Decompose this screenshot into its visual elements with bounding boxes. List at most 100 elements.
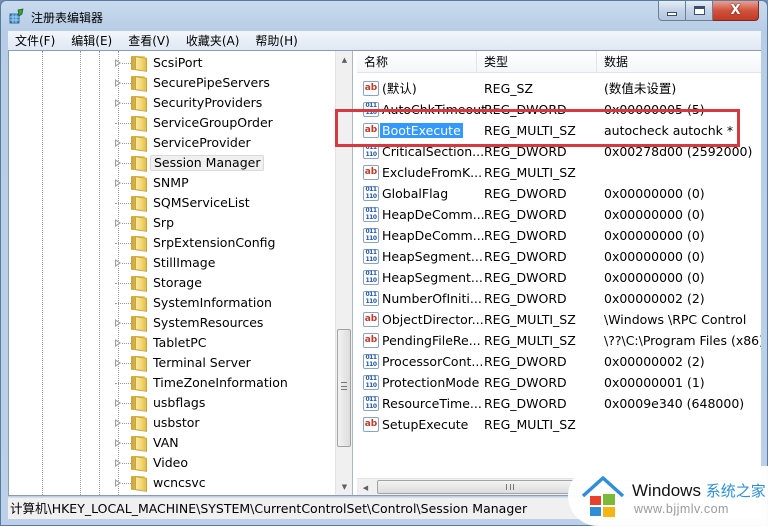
value-row[interactable]: 011 110 ProcessorCont... REG_DWORD 0x000000…: [357, 351, 761, 372]
value-row[interactable]: ab BootExecute REG_MULTI_SZ autocheck autoc…: [357, 120, 761, 141]
value-data: 0x00000000 (0): [604, 249, 705, 264]
tree-item-label: SystemInformation: [153, 295, 272, 310]
expand-arrow-icon[interactable]: [115, 399, 121, 407]
watermark-brand-en: Windows: [632, 481, 701, 500]
expand-arrow-icon[interactable]: [115, 139, 121, 147]
tree-connector-line: [122, 323, 131, 324]
watermark-brand-cn: 系统之家: [705, 483, 766, 500]
minimize-button[interactable]: [658, 1, 686, 21]
tree-item[interactable]: wcncsvc: [9, 473, 339, 493]
tree-item[interactable]: SystemResources: [9, 313, 339, 333]
value-row[interactable]: ab SetupExecute REG_MULTI_SZ: [357, 414, 761, 435]
folder-icon: [131, 395, 148, 412]
folder-icon: [131, 135, 148, 152]
expand-arrow-icon[interactable]: [115, 479, 121, 487]
column-header-name[interactable]: 名称: [357, 51, 477, 72]
value-row[interactable]: 011 110 HeapSegment... REG_DWORD 0x00000000…: [357, 267, 761, 288]
scroll-left-button[interactable]: ◀: [357, 479, 374, 495]
tree-item[interactable]: StillImage: [9, 253, 339, 273]
expand-arrow-icon[interactable]: [115, 359, 121, 367]
menu-file[interactable]: 文件(F): [8, 32, 62, 49]
string-value-icon: ab: [363, 165, 379, 180]
expand-arrow-icon[interactable]: [115, 59, 121, 67]
value-type: REG_MULTI_SZ: [484, 333, 576, 348]
value-row[interactable]: 011 110 ProtectionMode REG_DWORD 0x00000001…: [357, 372, 761, 393]
expand-arrow-icon[interactable]: [115, 179, 121, 187]
value-row[interactable]: 011 110 CriticalSection... REG_DWORD 0x0027…: [357, 141, 761, 162]
expand-arrow-icon[interactable]: [115, 439, 121, 447]
expand-arrow-icon[interactable]: [115, 339, 121, 347]
expand-arrow-icon[interactable]: [115, 79, 121, 87]
value-row[interactable]: ab ObjectDirector... REG_MULTI_SZ \Windows …: [357, 309, 761, 330]
watermark-url: www.bjjmlv.com: [634, 502, 729, 516]
value-name: PendingFileRe...: [382, 333, 481, 348]
column-header-type[interactable]: 类型: [477, 51, 597, 72]
expand-arrow-icon[interactable]: [115, 219, 121, 227]
menu-edit[interactable]: 编辑(E): [64, 32, 119, 49]
title-bar[interactable]: 注册表编辑器 X: [1, 1, 767, 31]
value-data: 0x00000001 (1): [604, 375, 705, 390]
tree-item[interactable]: Storage: [9, 273, 339, 293]
value-row[interactable]: ab ExcludeFromK... REG_MULTI_SZ: [357, 162, 761, 183]
tree-item[interactable]: TimeZoneInformation: [9, 373, 339, 393]
value-name: AutoChkTimeout: [382, 102, 486, 117]
value-row[interactable]: 011 110 HeapDeComm... REG_DWORD 0x00000000 …: [357, 204, 761, 225]
tree-item[interactable]: SecurePipeServers: [9, 73, 339, 93]
value-type: REG_DWORD: [484, 249, 567, 264]
value-row[interactable]: 011 110 HeapSegment... REG_DWORD 0x00000000…: [357, 246, 761, 267]
value-data: 0x00000002 (2): [604, 291, 705, 306]
value-data: \??\C:\Program Files (x86)\: [604, 333, 761, 348]
value-type: REG_MULTI_SZ: [484, 123, 576, 138]
expand-arrow-icon[interactable]: [115, 159, 121, 167]
tree-item[interactable]: VAN: [9, 433, 339, 453]
maximize-button[interactable]: [686, 1, 713, 21]
menu-help[interactable]: 帮助(H): [248, 32, 304, 49]
value-row[interactable]: 011 110 AutoChkTimeout REG_DWORD 0x00000005…: [357, 99, 761, 120]
tree-item[interactable]: usbflags: [9, 393, 339, 413]
menu-view[interactable]: 查看(V): [121, 32, 177, 49]
tree-item[interactable]: Session Manager: [9, 153, 339, 173]
value-name: HeapDeComm...: [382, 228, 485, 243]
tree-item[interactable]: TabletPC: [9, 333, 339, 353]
tree-item[interactable]: SecurityProviders: [9, 93, 339, 113]
tree-item[interactable]: Video: [9, 453, 339, 473]
tree-item[interactable]: ServiceGroupOrder: [9, 113, 339, 133]
string-value-icon: ab: [363, 123, 379, 138]
tree-vertical-scrollbar[interactable]: ▲ ▼: [335, 51, 352, 495]
tree-item[interactable]: SNMP: [9, 173, 339, 193]
value-row[interactable]: 011 110 GlobalFlag REG_DWORD 0x00000000 (0): [357, 183, 761, 204]
value-name: ProtectionMode: [382, 375, 480, 390]
tree-item[interactable]: SrpExtensionConfig: [9, 233, 339, 253]
value-name: ProcessorCont...: [382, 354, 484, 369]
expand-arrow-icon[interactable]: [115, 319, 121, 327]
value-row[interactable]: 011 110 NumberOfIniti... REG_DWORD 0x000000…: [357, 288, 761, 309]
value-row[interactable]: 011 110 HeapDeComm... REG_DWORD 0x00000000 …: [357, 225, 761, 246]
scroll-up-button[interactable]: ▲: [336, 51, 352, 68]
tree-item[interactable]: Srp: [9, 213, 339, 233]
value-type: REG_DWORD: [484, 228, 567, 243]
scroll-down-button[interactable]: ▼: [336, 478, 352, 495]
menu-favorites[interactable]: 收藏夹(A): [179, 32, 247, 49]
expand-arrow-icon[interactable]: [115, 459, 121, 467]
scroll-thumb[interactable]: [337, 329, 351, 447]
column-header-data[interactable]: 数据: [597, 51, 761, 72]
tree-item[interactable]: SystemInformation: [9, 293, 339, 313]
value-row[interactable]: 011 110 ResourceTime... REG_DWORD 0x0009e34…: [357, 393, 761, 414]
tree-item-label: SQMServiceList: [153, 195, 250, 210]
expand-arrow-icon[interactable]: [115, 419, 121, 427]
tree-connector-line: [115, 303, 131, 304]
value-row[interactable]: ab PendingFileRe... REG_MULTI_SZ \??\C:\Pro…: [357, 330, 761, 351]
tree-item-label: Session Manager: [150, 155, 265, 171]
tree-item[interactable]: ServiceProvider: [9, 133, 339, 153]
tree-connector-line: [115, 123, 131, 124]
tree-item-label: SystemResources: [153, 315, 264, 330]
tree-item[interactable]: usbstor: [9, 413, 339, 433]
tree-item[interactable]: SQMServiceList: [9, 193, 339, 213]
value-row[interactable]: ab (默认) REG_SZ (数值未设置): [357, 78, 761, 99]
expand-arrow-icon[interactable]: [115, 99, 121, 107]
close-button[interactable]: X: [713, 1, 759, 21]
menu-bar: 文件(F) 编辑(E) 查看(V) 收藏夹(A) 帮助(H): [8, 31, 761, 50]
tree-item[interactable]: Terminal Server: [9, 353, 339, 373]
tree-item[interactable]: ScsiPort: [9, 53, 339, 73]
expand-arrow-icon[interactable]: [115, 259, 121, 267]
